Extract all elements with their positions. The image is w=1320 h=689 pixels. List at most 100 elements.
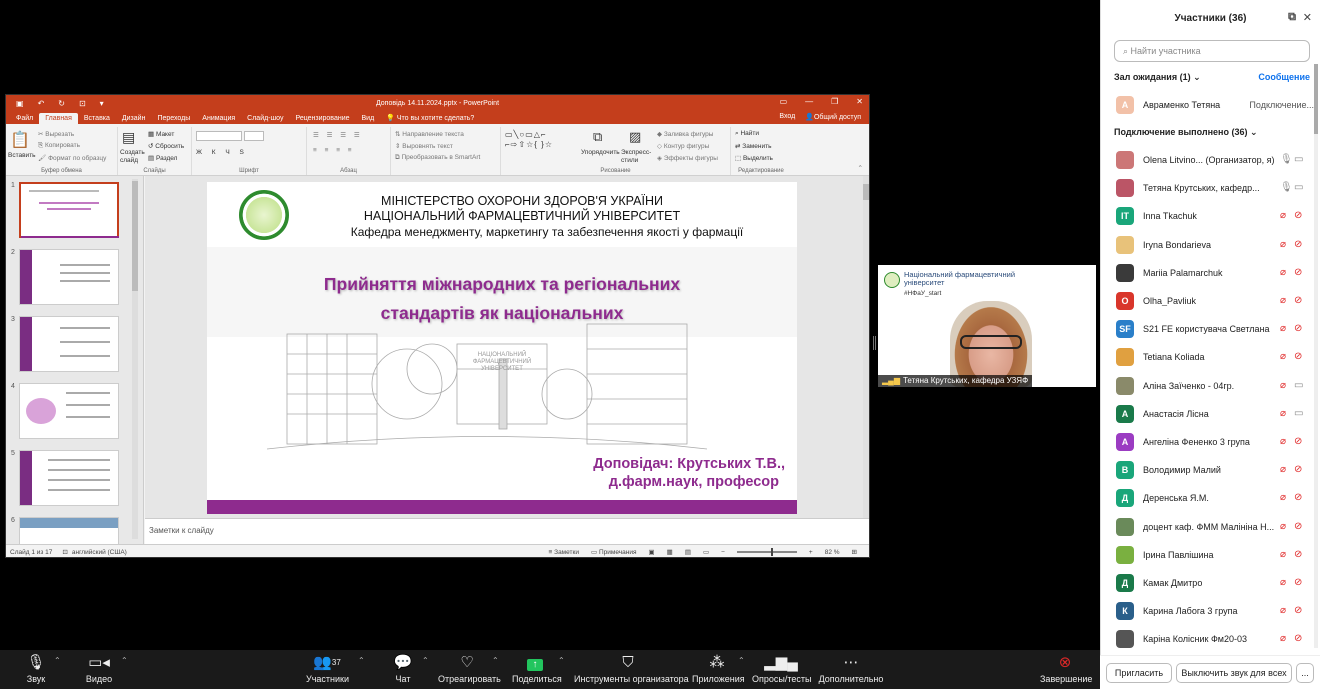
language-indicator[interactable]: английский (США) <box>72 549 127 556</box>
font-size-box[interactable] <box>244 131 264 141</box>
slide-scrollbar[interactable] <box>863 176 869 518</box>
camera-icon[interactable]: ▭ <box>1294 154 1303 165</box>
participants-button[interactable]: 👥37 Участники ⌃ <box>306 654 365 684</box>
participant-row[interactable]: Д Камак Дмитро ⌀ ⊘ <box>1114 569 1310 597</box>
chevron-up-icon[interactable]: ⌃ <box>54 656 61 665</box>
camera-off-icon[interactable]: ⊘ <box>1294 549 1302 560</box>
camera-icon[interactable]: ▭ <box>1294 380 1303 391</box>
comments-toggle[interactable]: ▭ Примечания <box>591 548 636 556</box>
reset-button[interactable]: ↺ Сбросить <box>148 142 184 150</box>
camera-icon[interactable]: ▭ <box>1294 182 1303 193</box>
notes-toggle[interactable]: ≡ Заметки <box>549 549 579 556</box>
thumbnails-scrollbar[interactable] <box>132 179 138 539</box>
participant-row[interactable]: доцент каф. ФММ Малініна Н... ⌀ ⊘ <box>1114 513 1310 541</box>
reading-view-icon[interactable]: ▤ <box>685 548 691 556</box>
participant-row[interactable]: SF S21 FE користувача Светлана ⌀ ⊘ <box>1114 315 1310 343</box>
fit-slide-icon[interactable]: ⊞ <box>852 548 857 556</box>
microphone-muted-icon[interactable]: ⌀ <box>1280 577 1286 588</box>
participant-row[interactable]: Ірина Павлішина ⌀ ⊘ <box>1114 541 1310 569</box>
select-button[interactable]: ⬚ Выделить <box>735 154 773 162</box>
slide-thumbnail-1[interactable] <box>19 182 119 238</box>
chevron-up-icon[interactable]: ⌃ <box>121 656 128 665</box>
popout-icon[interactable]: ⧉ <box>1288 11 1296 24</box>
camera-off-icon[interactable]: ⊘ <box>1294 267 1302 278</box>
close-icon[interactable]: ✕ <box>856 97 863 106</box>
share-screen-button[interactable]: ↑ Поделиться ⌃ <box>512 654 565 684</box>
tab-review[interactable]: Рецензирование <box>289 113 355 124</box>
new-slide-button[interactable]: Создать слайд <box>120 149 146 165</box>
slide-thumbnail-6[interactable] <box>19 517 119 544</box>
chevron-up-icon[interactable]: ⌃ <box>738 656 745 665</box>
arrange-icon[interactable]: ⧉ <box>593 129 602 145</box>
slide-thumbnail-4[interactable] <box>19 383 119 439</box>
align-icons[interactable]: ≡ ≡ ≡ ≡ <box>313 147 355 154</box>
layout-button[interactable]: ▦ Макет <box>148 130 174 138</box>
video-button[interactable]: ▭◂ Видео ⌃ <box>84 654 128 684</box>
chevron-up-icon[interactable]: ⌃ <box>558 656 565 665</box>
participant-row[interactable]: Каріна Колісник Фм20-03 ⌀ ⊘ <box>1114 625 1310 650</box>
camera-off-icon[interactable]: ⊘ <box>1294 239 1302 250</box>
participant-row[interactable]: Тетяна Крутських, кафедр... 🎙 ▭ <box>1114 174 1310 202</box>
camera-icon[interactable]: ▭ <box>1294 408 1303 419</box>
camera-off-icon[interactable]: ⊘ <box>1294 210 1302 221</box>
video-tile-presenter[interactable]: Національний фармацевтичний університет … <box>878 265 1096 387</box>
new-slide-icon[interactable]: ▤ <box>122 129 135 146</box>
copy-button[interactable]: ⎘ Копировать <box>38 142 80 150</box>
tell-me-box[interactable]: 💡 Что вы хотите сделать? <box>380 112 480 124</box>
chevron-up-icon[interactable]: ⌃ <box>422 656 429 665</box>
find-button[interactable]: ⌕ Найти <box>735 130 759 138</box>
react-button[interactable]: ♡ Отреагировать ⌃ <box>438 654 501 684</box>
microphone-muted-icon[interactable]: ⌀ <box>1280 521 1286 532</box>
camera-off-icon[interactable]: ⊘ <box>1294 295 1302 306</box>
participant-row[interactable]: O Olha_Pavliuk ⌀ ⊘ <box>1114 287 1310 315</box>
microphone-muted-icon[interactable]: ⌀ <box>1280 605 1286 616</box>
end-meeting-button[interactable]: ⊗ Завершение <box>1040 654 1092 684</box>
quick-styles-button[interactable]: Экспресс-стили <box>621 149 651 165</box>
camera-off-icon[interactable]: ⊘ <box>1294 605 1302 616</box>
ribbon-display-icon[interactable]: ▭ <box>780 97 788 106</box>
slide-sorter-icon[interactable]: ▦ <box>667 548 673 556</box>
shape-fill-button[interactable]: ◆ Заливка фигуры <box>657 130 713 138</box>
message-button[interactable]: Сообщение <box>1258 72 1310 82</box>
align-text-button[interactable]: ⇕ Выровнять текст <box>395 142 453 150</box>
host-tools-button[interactable]: ⛉ Инструменты организатора <box>574 654 689 684</box>
camera-off-icon[interactable]: ⊘ <box>1294 633 1302 644</box>
camera-off-icon[interactable]: ⊘ <box>1294 351 1302 362</box>
chevron-up-icon[interactable]: ⌃ <box>492 656 499 665</box>
tab-slideshow[interactable]: Слайд-шоу <box>241 113 289 124</box>
participant-row[interactable]: А Ангеліна Фененко 3 група ⌀ ⊘ <box>1114 428 1310 456</box>
participant-row[interactable]: Аліна Заїченко - 04гр. ⌀ ▭ <box>1114 372 1310 400</box>
microphone-muted-icon[interactable]: ⌀ <box>1280 295 1286 306</box>
participant-row[interactable]: В Володимир Малий ⌀ ⊘ <box>1114 456 1310 484</box>
more-button[interactable]: ⋯ Дополнительно <box>818 654 884 684</box>
list-icons[interactable]: ☰ ☰ ☰ ☰ <box>313 131 363 139</box>
waiting-user-row[interactable]: А Авраменко Тетяна Подключение... <box>1114 95 1314 115</box>
microphone-muted-icon[interactable]: ⌀ <box>1280 549 1286 560</box>
spellcheck-icon[interactable]: ⊡ <box>62 548 67 556</box>
camera-off-icon[interactable]: ⊘ <box>1294 436 1302 447</box>
camera-off-icon[interactable]: ⊘ <box>1294 323 1302 334</box>
zoom-level[interactable]: 82 % <box>825 549 840 556</box>
participant-row[interactable]: IT Inna Tkachuk ⌀ ⊘ <box>1114 202 1310 230</box>
microphone-icon[interactable]: 🎙 <box>1280 182 1293 193</box>
tab-view[interactable]: Вид <box>356 113 381 124</box>
shape-effects-button[interactable]: ◈ Эффекты фигуры <box>657 154 718 162</box>
slide-thumbnail-3[interactable] <box>19 316 119 372</box>
tab-home[interactable]: Главная <box>39 113 78 124</box>
search-participant-input[interactable]: ⌕ Найти участника <box>1114 40 1310 62</box>
polls-button[interactable]: ▂▆▄ Опросы/тесты <box>752 654 811 684</box>
quick-styles-icon[interactable]: ▨ <box>629 129 641 145</box>
zoom-in-icon[interactable]: + <box>809 549 813 556</box>
slide-notes-pane[interactable]: Заметки к слайду <box>145 518 869 544</box>
zoom-out-icon[interactable]: − <box>721 549 725 556</box>
apps-button[interactable]: ⁂ Приложения ⌃ <box>692 654 745 684</box>
microphone-muted-icon[interactable]: ⌀ <box>1280 267 1286 278</box>
slide-thumbnail-2[interactable] <box>19 249 119 305</box>
paste-button[interactable]: Вставить <box>8 152 36 159</box>
tab-insert[interactable]: Вставка <box>78 113 116 124</box>
participant-row[interactable]: Д Деренська Я.М. ⌀ ⊘ <box>1114 484 1310 512</box>
shape-outline-button[interactable]: ◇ Контур фигуры <box>657 142 709 150</box>
participant-row[interactable]: К Карина Лабога 3 група ⌀ ⊘ <box>1114 597 1310 625</box>
minimize-icon[interactable]: — <box>805 97 813 106</box>
microphone-muted-icon[interactable]: ⌀ <box>1280 210 1286 221</box>
